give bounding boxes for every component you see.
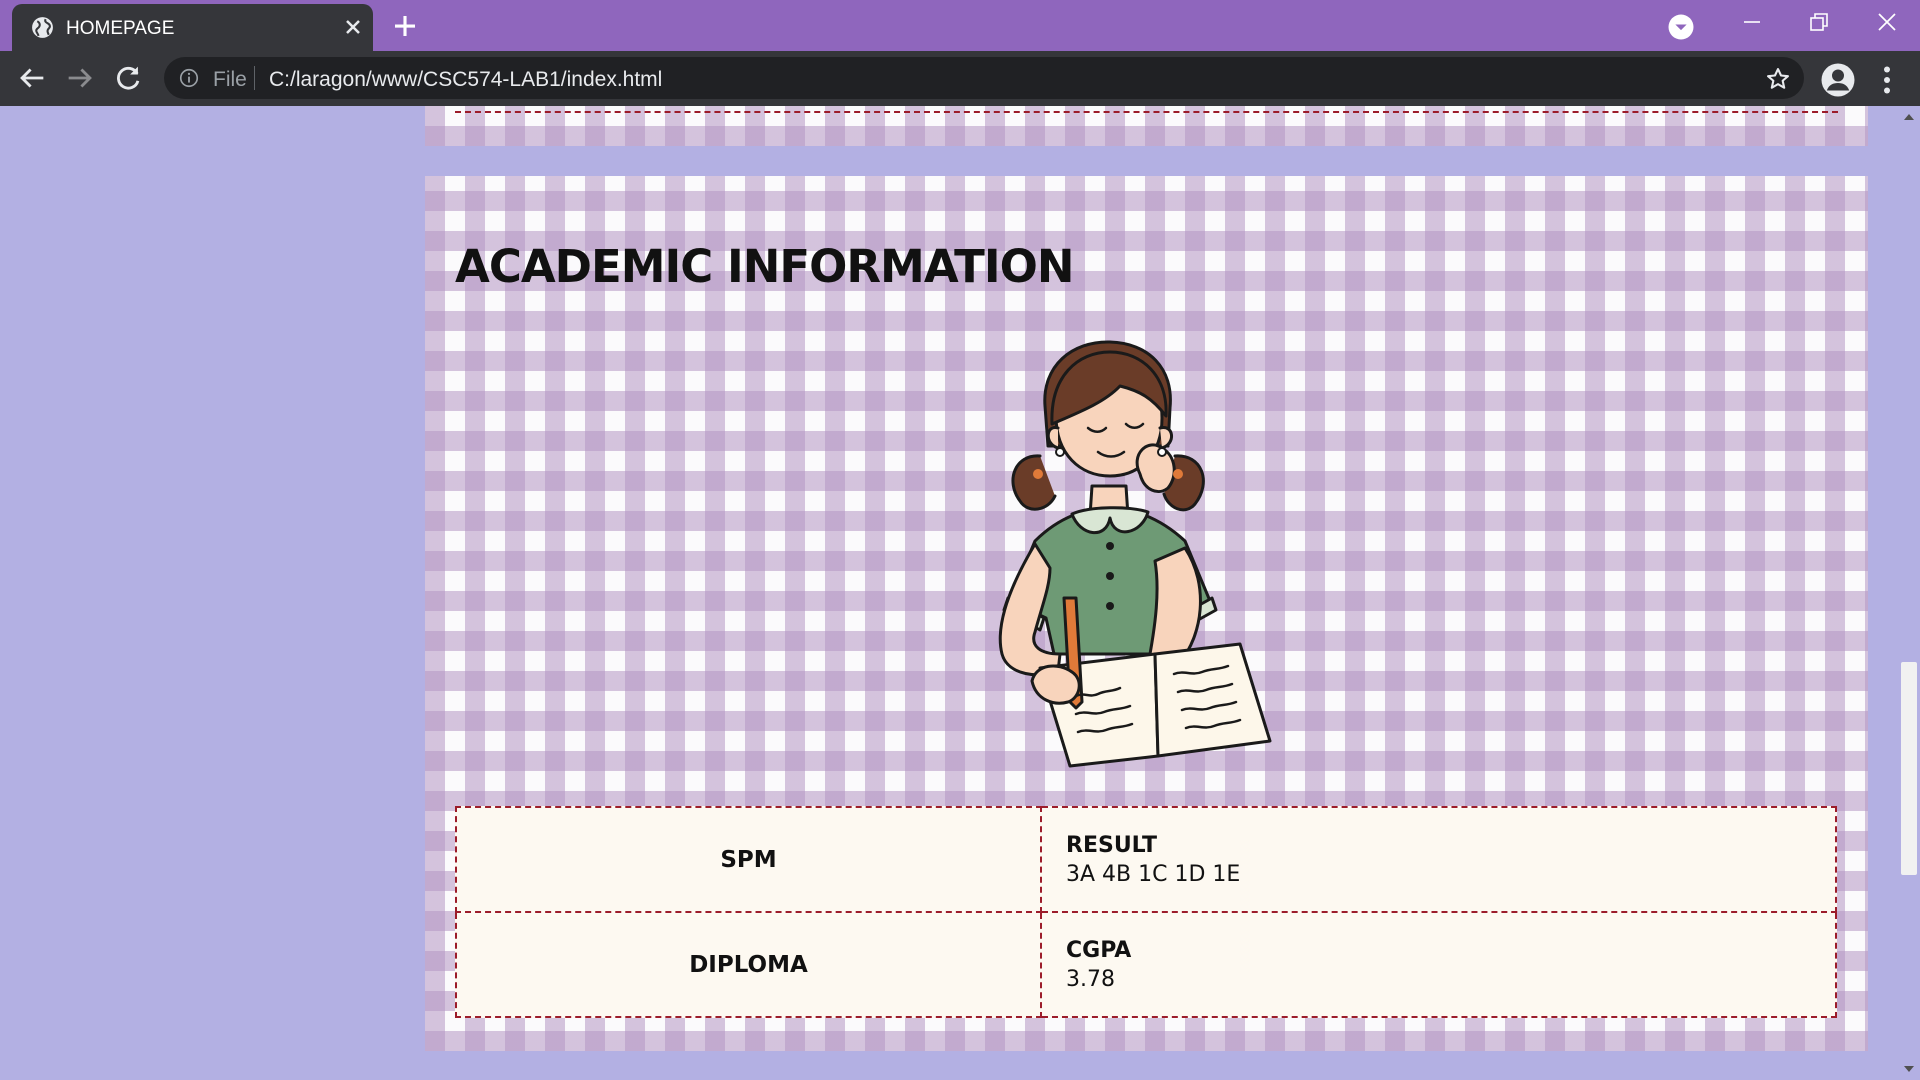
girl-studying-illustration xyxy=(998,340,1272,768)
qualification-cell: SPM xyxy=(455,806,1042,913)
qualification-cell: DIPLOMA xyxy=(455,911,1042,1018)
table-border-edge xyxy=(455,111,1838,113)
restore-icon[interactable] xyxy=(1803,6,1835,38)
result-label: RESULT xyxy=(1066,832,1158,858)
academic-table: SPM RESULT 3A 4B 1C 1D 1E DIPLOMA CGPA 3… xyxy=(455,806,1837,1018)
academic-section: ACADEMIC INFORMATION SPM RESULT 3A 4B 1C… xyxy=(425,176,1868,1051)
kebab-menu-icon[interactable] xyxy=(1874,62,1900,98)
result-label: CGPA xyxy=(1066,937,1132,963)
tab-strip: HOMEPAGE xyxy=(0,0,1920,51)
forward-arrow-icon[interactable] xyxy=(63,61,97,95)
scroll-up-arrow-icon[interactable] xyxy=(1903,112,1915,122)
result-cell: RESULT 3A 4B 1C 1D 1E xyxy=(1040,806,1837,913)
back-arrow-icon[interactable] xyxy=(15,61,49,95)
browser-toolbar: File C:/laragon/www/CSC574-LAB1/index.ht… xyxy=(0,51,1920,106)
address-divider xyxy=(254,66,255,90)
vertical-scrollbar[interactable] xyxy=(1898,106,1920,1080)
result-cell: CGPA 3.78 xyxy=(1040,911,1837,1018)
tab-search-icon[interactable] xyxy=(1666,12,1696,42)
plus-icon[interactable] xyxy=(390,11,420,41)
profile-icon[interactable] xyxy=(1820,62,1856,98)
reload-icon[interactable] xyxy=(111,61,145,95)
scrollbar-thumb[interactable] xyxy=(1901,662,1917,875)
url-text[interactable]: C:/laragon/www/CSC574-LAB1/index.html xyxy=(269,68,662,92)
scroll-down-arrow-icon[interactable] xyxy=(1903,1064,1915,1074)
window-close-icon[interactable] xyxy=(1871,6,1903,38)
table-row: DIPLOMA CGPA 3.78 xyxy=(455,911,1837,1018)
previous-section-panel xyxy=(425,106,1868,146)
scheme-label: File xyxy=(213,68,247,91)
minimize-icon[interactable] xyxy=(1736,6,1768,38)
table-row: SPM RESULT 3A 4B 1C 1D 1E xyxy=(455,806,1837,913)
browser-tab[interactable]: HOMEPAGE xyxy=(12,4,373,51)
tab-title: HOMEPAGE xyxy=(66,18,175,39)
address-bar[interactable]: File C:/laragon/www/CSC574-LAB1/index.ht… xyxy=(164,57,1804,99)
close-icon[interactable] xyxy=(341,15,365,39)
star-icon[interactable] xyxy=(1764,65,1792,93)
globe-icon xyxy=(32,17,53,38)
section-title: ACADEMIC INFORMATION xyxy=(455,240,1075,293)
page-viewport[interactable]: ACADEMIC INFORMATION SPM RESULT 3A 4B 1C… xyxy=(0,106,1898,1080)
result-value: 3A 4B 1C 1D 1E xyxy=(1066,861,1241,887)
info-icon[interactable] xyxy=(178,67,200,89)
result-value: 3.78 xyxy=(1066,966,1115,992)
